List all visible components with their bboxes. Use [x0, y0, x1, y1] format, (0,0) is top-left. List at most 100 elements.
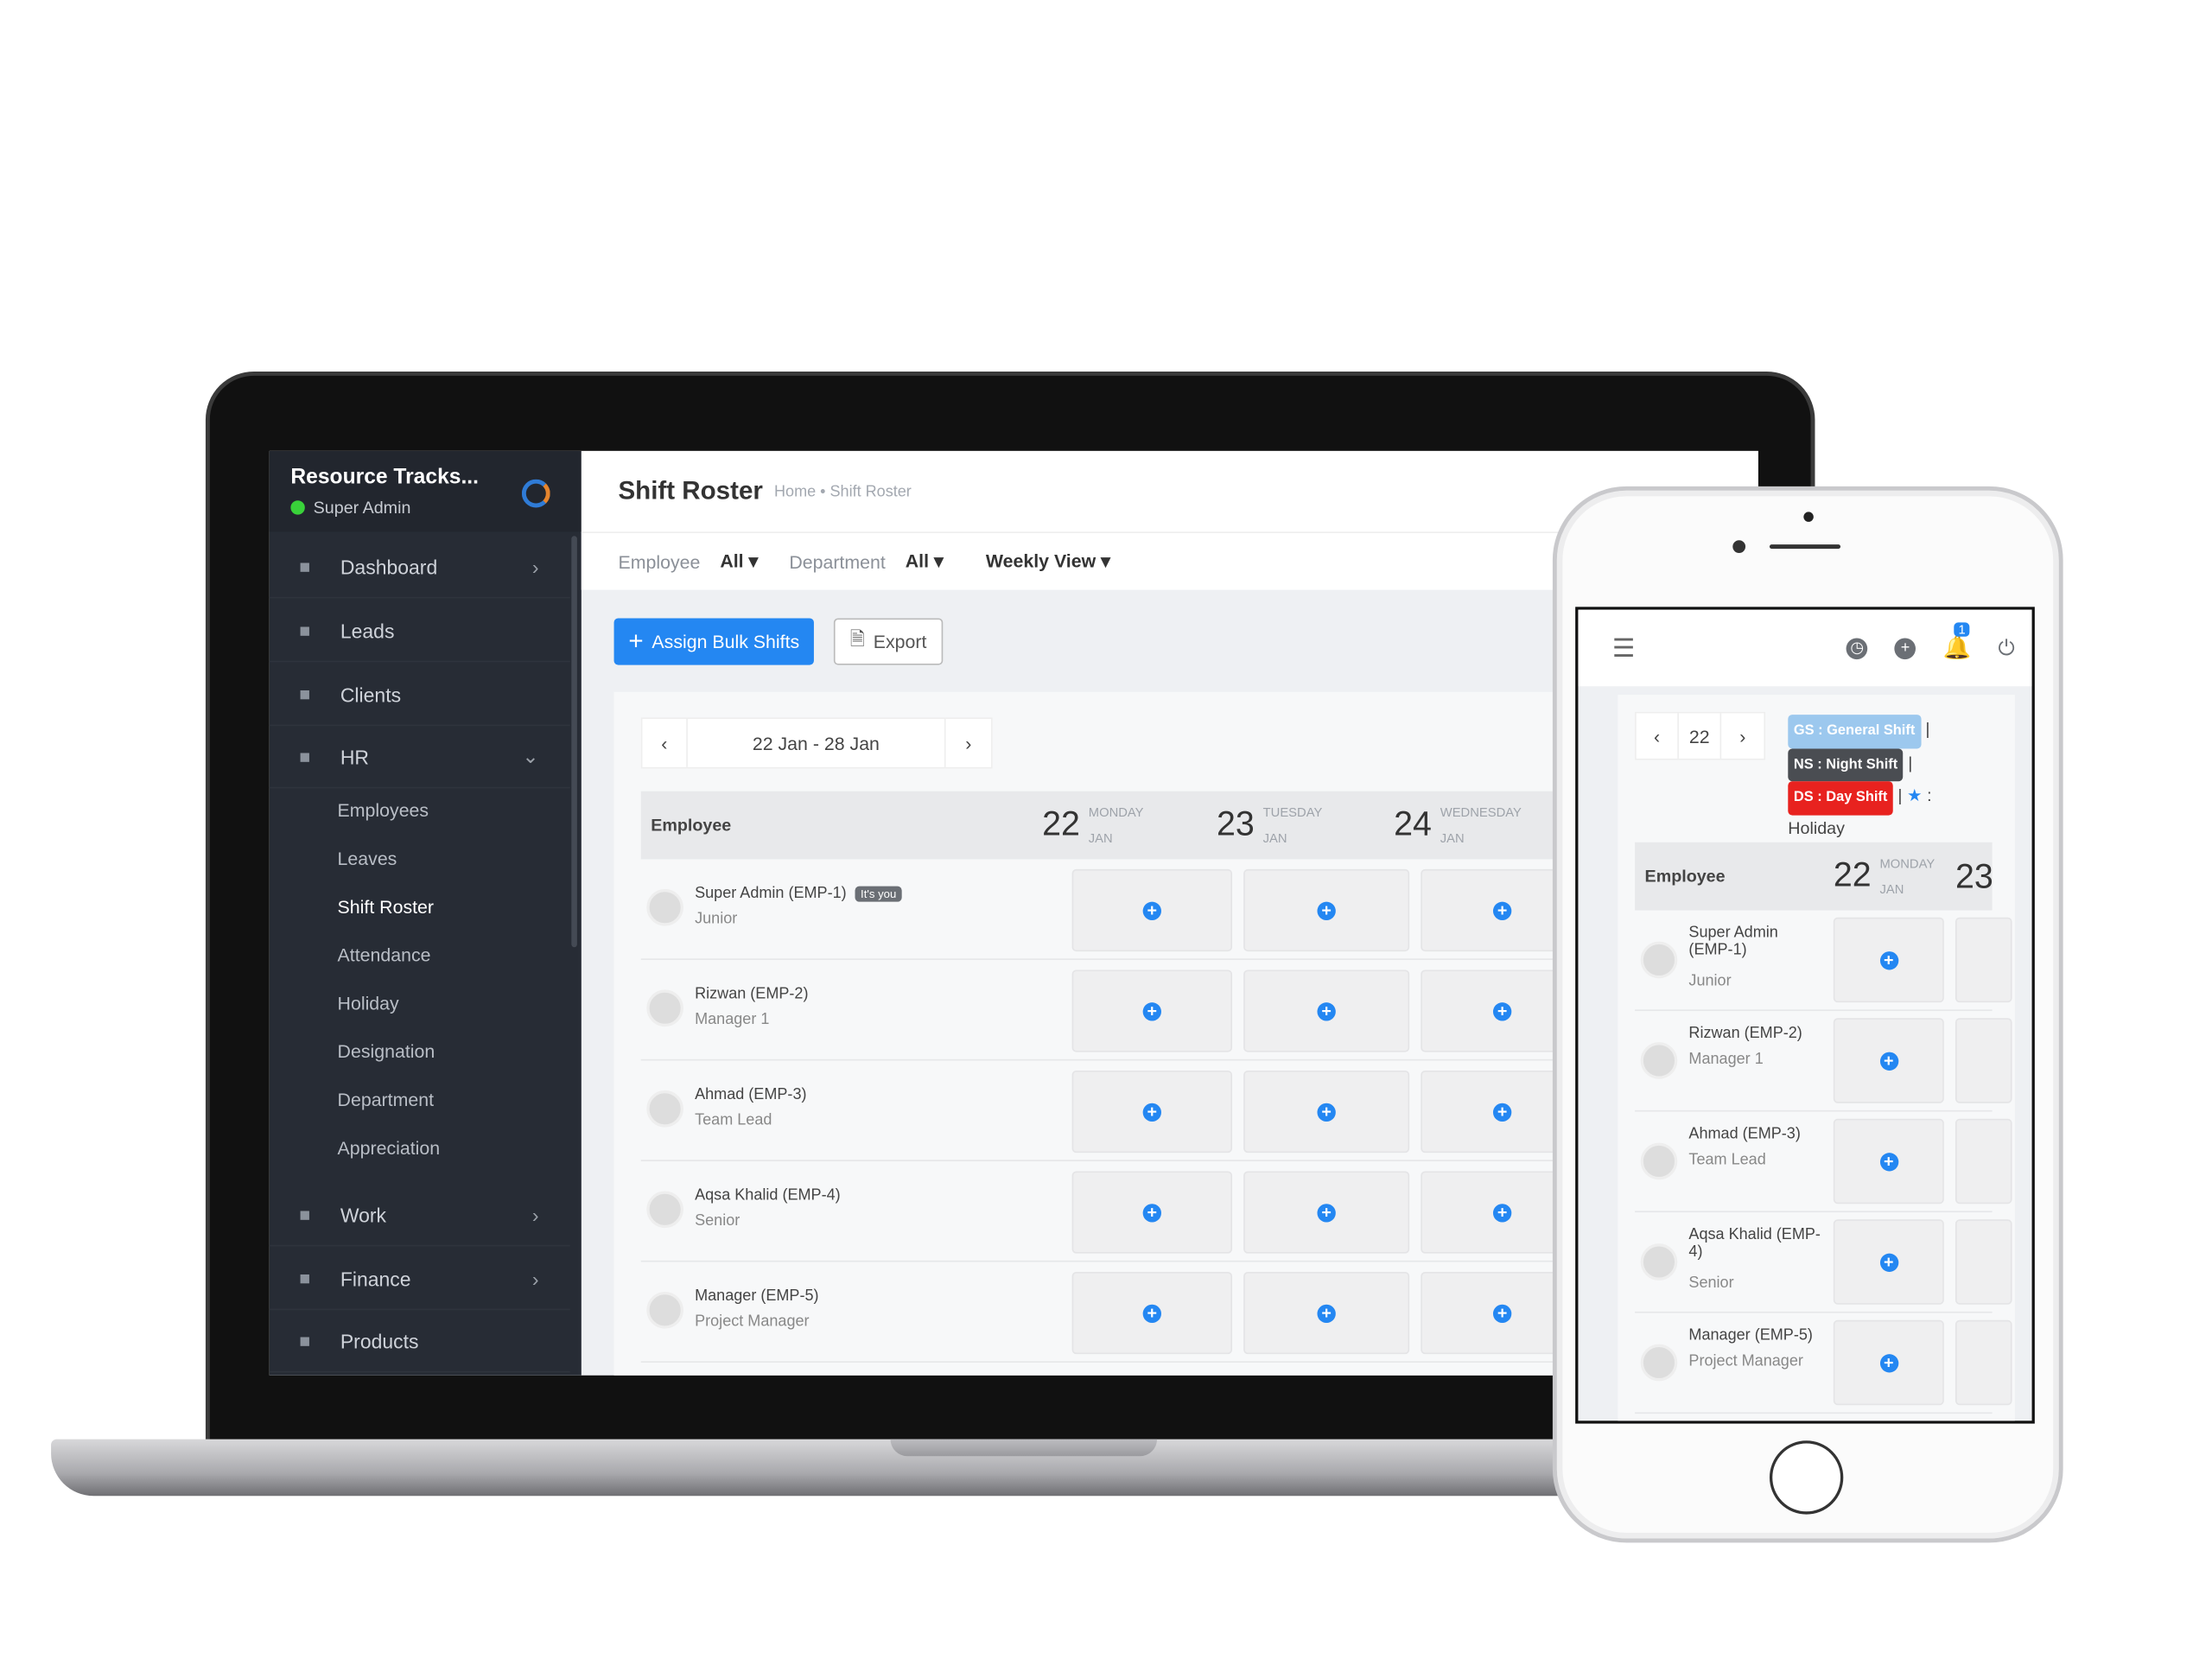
add-shift-icon[interactable]: + — [1317, 1303, 1336, 1323]
sidebar-item-products[interactable]: ■ Products — [269, 1310, 570, 1373]
add-shift-icon[interactable]: + — [1142, 900, 1161, 920]
shift-cell[interactable]: + — [1243, 1271, 1410, 1355]
employee-filter-select[interactable]: All ▾ — [720, 550, 758, 573]
sidebar-item-work[interactable]: ■ Work › — [269, 1184, 570, 1247]
add-shift-icon[interactable]: + — [1492, 1102, 1512, 1122]
menu-icon[interactable]: ☰ — [1612, 633, 1635, 663]
shift-cell[interactable]: + — [1833, 1219, 1944, 1305]
next-week-button[interactable]: › — [946, 719, 992, 767]
employee-name[interactable]: Super Admin (EMP-1) — [1688, 925, 1823, 958]
add-shift-icon[interactable]: + — [1317, 1001, 1336, 1020]
chevron-icon: › — [531, 555, 539, 578]
col-employee: Employee — [651, 815, 732, 836]
day-number: 23 — [1216, 805, 1255, 844]
employee-name[interactable]: Manager (EMP-5) — [695, 1287, 818, 1305]
shift-cell[interactable]: + — [1833, 1018, 1944, 1103]
employee-name[interactable]: Rizwan (EMP-2) — [695, 985, 808, 1002]
employee-name[interactable]: Ahmad (EMP-3) — [1688, 1126, 1823, 1143]
sidebar-subitem-shift-roster[interactable]: Shift Roster — [338, 896, 434, 918]
power-icon[interactable]: ⏻ — [1998, 636, 2014, 660]
sidebar-item-finance[interactable]: ■ Finance › — [269, 1248, 570, 1311]
employee-name[interactable]: Rizwan (EMP-2) — [1688, 1025, 1823, 1042]
shift-cell[interactable]: + — [1833, 917, 1944, 1003]
sidebar-subitem-employees[interactable]: Employees — [338, 800, 429, 822]
shift-cell[interactable]: + — [1071, 1271, 1233, 1355]
employee-name-wrap: Ahmad (EMP-3) — [695, 1086, 806, 1103]
its-you-badge: It's you — [855, 886, 902, 902]
sidebar-item-leads[interactable]: ■ Leads — [269, 600, 570, 663]
prev-week-button[interactable]: ‹ — [642, 718, 688, 767]
shift-cell[interactable] — [1955, 1319, 2012, 1406]
add-shift-icon[interactable]: + — [1142, 1001, 1161, 1020]
day-header: 22 MONDAY JAN — [1042, 800, 1143, 851]
add-shift-icon[interactable]: + — [1317, 900, 1336, 920]
mobile-roster-card: ‹ 22 › GS : General Shift | NS : Night S… — [1618, 695, 2015, 1421]
bell-icon[interactable]: 🔔 1 — [1943, 622, 1971, 663]
add-shift-icon[interactable]: + — [1879, 1353, 1898, 1372]
day-number: 24 — [1394, 805, 1432, 844]
employee-name[interactable]: Aqsa Khalid (EMP-4) — [695, 1187, 841, 1205]
employee-name[interactable]: Ahmad (EMP-3) — [695, 1086, 806, 1103]
avatar — [646, 1191, 683, 1229]
view-select[interactable]: Weekly View ▾ — [986, 550, 1110, 573]
employee-name[interactable]: Manager (EMP-5) — [1688, 1327, 1823, 1344]
department-filter-select[interactable]: All ▾ — [906, 550, 944, 573]
shift-cell[interactable]: + — [1071, 868, 1233, 952]
shift-cell[interactable]: + — [1243, 1070, 1410, 1154]
add-shift-icon[interactable]: + — [1142, 1102, 1161, 1122]
export-button[interactable]: 🗎 Export — [833, 618, 944, 665]
shift-cell[interactable]: + — [1243, 868, 1410, 952]
shift-cell[interactable] — [1955, 917, 2012, 1003]
add-shift-icon[interactable]: + — [1317, 1203, 1336, 1222]
shift-cell[interactable]: + — [1833, 1118, 1944, 1205]
shift-cell[interactable]: + — [1833, 1319, 1944, 1406]
employee-name[interactable]: Aqsa Khalid (EMP-4) — [1688, 1226, 1823, 1260]
add-shift-icon[interactable]: + — [1142, 1203, 1161, 1222]
add-shift-icon[interactable]: + — [1879, 1252, 1898, 1272]
legend-holiday: Holiday — [1788, 817, 1845, 838]
chevron-icon: › — [531, 1203, 539, 1226]
sidebar-scrollbar[interactable] — [571, 536, 577, 948]
add-shift-icon[interactable]: + — [1879, 1051, 1898, 1071]
assign-bulk-shifts-button[interactable]: + Assign Bulk Shifts — [613, 618, 814, 665]
shift-cell[interactable]: + — [1071, 1171, 1233, 1254]
sidebar-subitem-attendance[interactable]: Attendance — [338, 944, 431, 966]
add-shift-icon[interactable]: + — [1317, 1102, 1336, 1122]
sidebar: Resource Tracks... Super Admin ■ Dashboar… — [269, 450, 582, 1376]
sidebar-item-dashboard[interactable]: ■ Dashboard › — [269, 536, 570, 599]
shift-cell[interactable]: + — [1243, 969, 1410, 1052]
shift-cell[interactable]: + — [1071, 1070, 1233, 1154]
employee-name[interactable]: Super Admin (EMP-1) — [695, 885, 847, 902]
shift-cell[interactable] — [1955, 1018, 2012, 1103]
sidebar-subitem-holiday[interactable]: Holiday — [338, 993, 399, 1014]
add-shift-icon[interactable]: + — [1142, 1303, 1161, 1323]
sidebar-item-clients[interactable]: ■ Clients — [269, 664, 570, 727]
shift-cell[interactable] — [1955, 1118, 2012, 1205]
add-shift-icon[interactable]: + — [1492, 1001, 1512, 1020]
day-header: 24 WEDNESDAY JAN — [1394, 800, 1522, 851]
shift-cell[interactable]: + — [1243, 1171, 1410, 1254]
next-day-button[interactable]: › — [1721, 713, 1764, 759]
add-shift-icon[interactable]: + — [1492, 1203, 1512, 1222]
add-shift-icon[interactable]: + — [1492, 900, 1512, 920]
sidebar-subitem-leaves[interactable]: Leaves — [338, 848, 397, 869]
legend-night-shift: NS : Night Shift — [1788, 747, 1904, 782]
logo-icon — [521, 479, 550, 508]
shift-cell[interactable]: + — [1071, 969, 1233, 1052]
sidebar-item-hr[interactable]: ■ HR ⌄ — [269, 726, 570, 789]
sidebar-subitem-appreciation[interactable]: Appreciation — [338, 1137, 441, 1159]
export-label: Export — [873, 631, 927, 652]
add-icon[interactable]: + — [1894, 637, 1916, 659]
sidebar-subitem-designation[interactable]: Designation — [338, 1040, 435, 1062]
add-shift-icon[interactable]: + — [1492, 1303, 1512, 1323]
add-shift-icon[interactable]: + — [1879, 950, 1898, 969]
chevron-icon: ⌄ — [522, 744, 539, 767]
sidebar-subitem-department[interactable]: Department — [338, 1089, 434, 1110]
add-shift-icon[interactable]: + — [1879, 1151, 1898, 1171]
shift-cell[interactable] — [1955, 1219, 2012, 1305]
breadcrumb[interactable]: Home • Shift Roster — [774, 483, 912, 500]
prev-day-button[interactable]: ‹ — [1637, 713, 1679, 759]
mobile-table-row: Super Admin (EMP-1) Junior + — [1635, 911, 2012, 1012]
clock-icon[interactable]: ◷ — [1846, 637, 1868, 659]
home-button[interactable] — [1769, 1440, 1844, 1515]
